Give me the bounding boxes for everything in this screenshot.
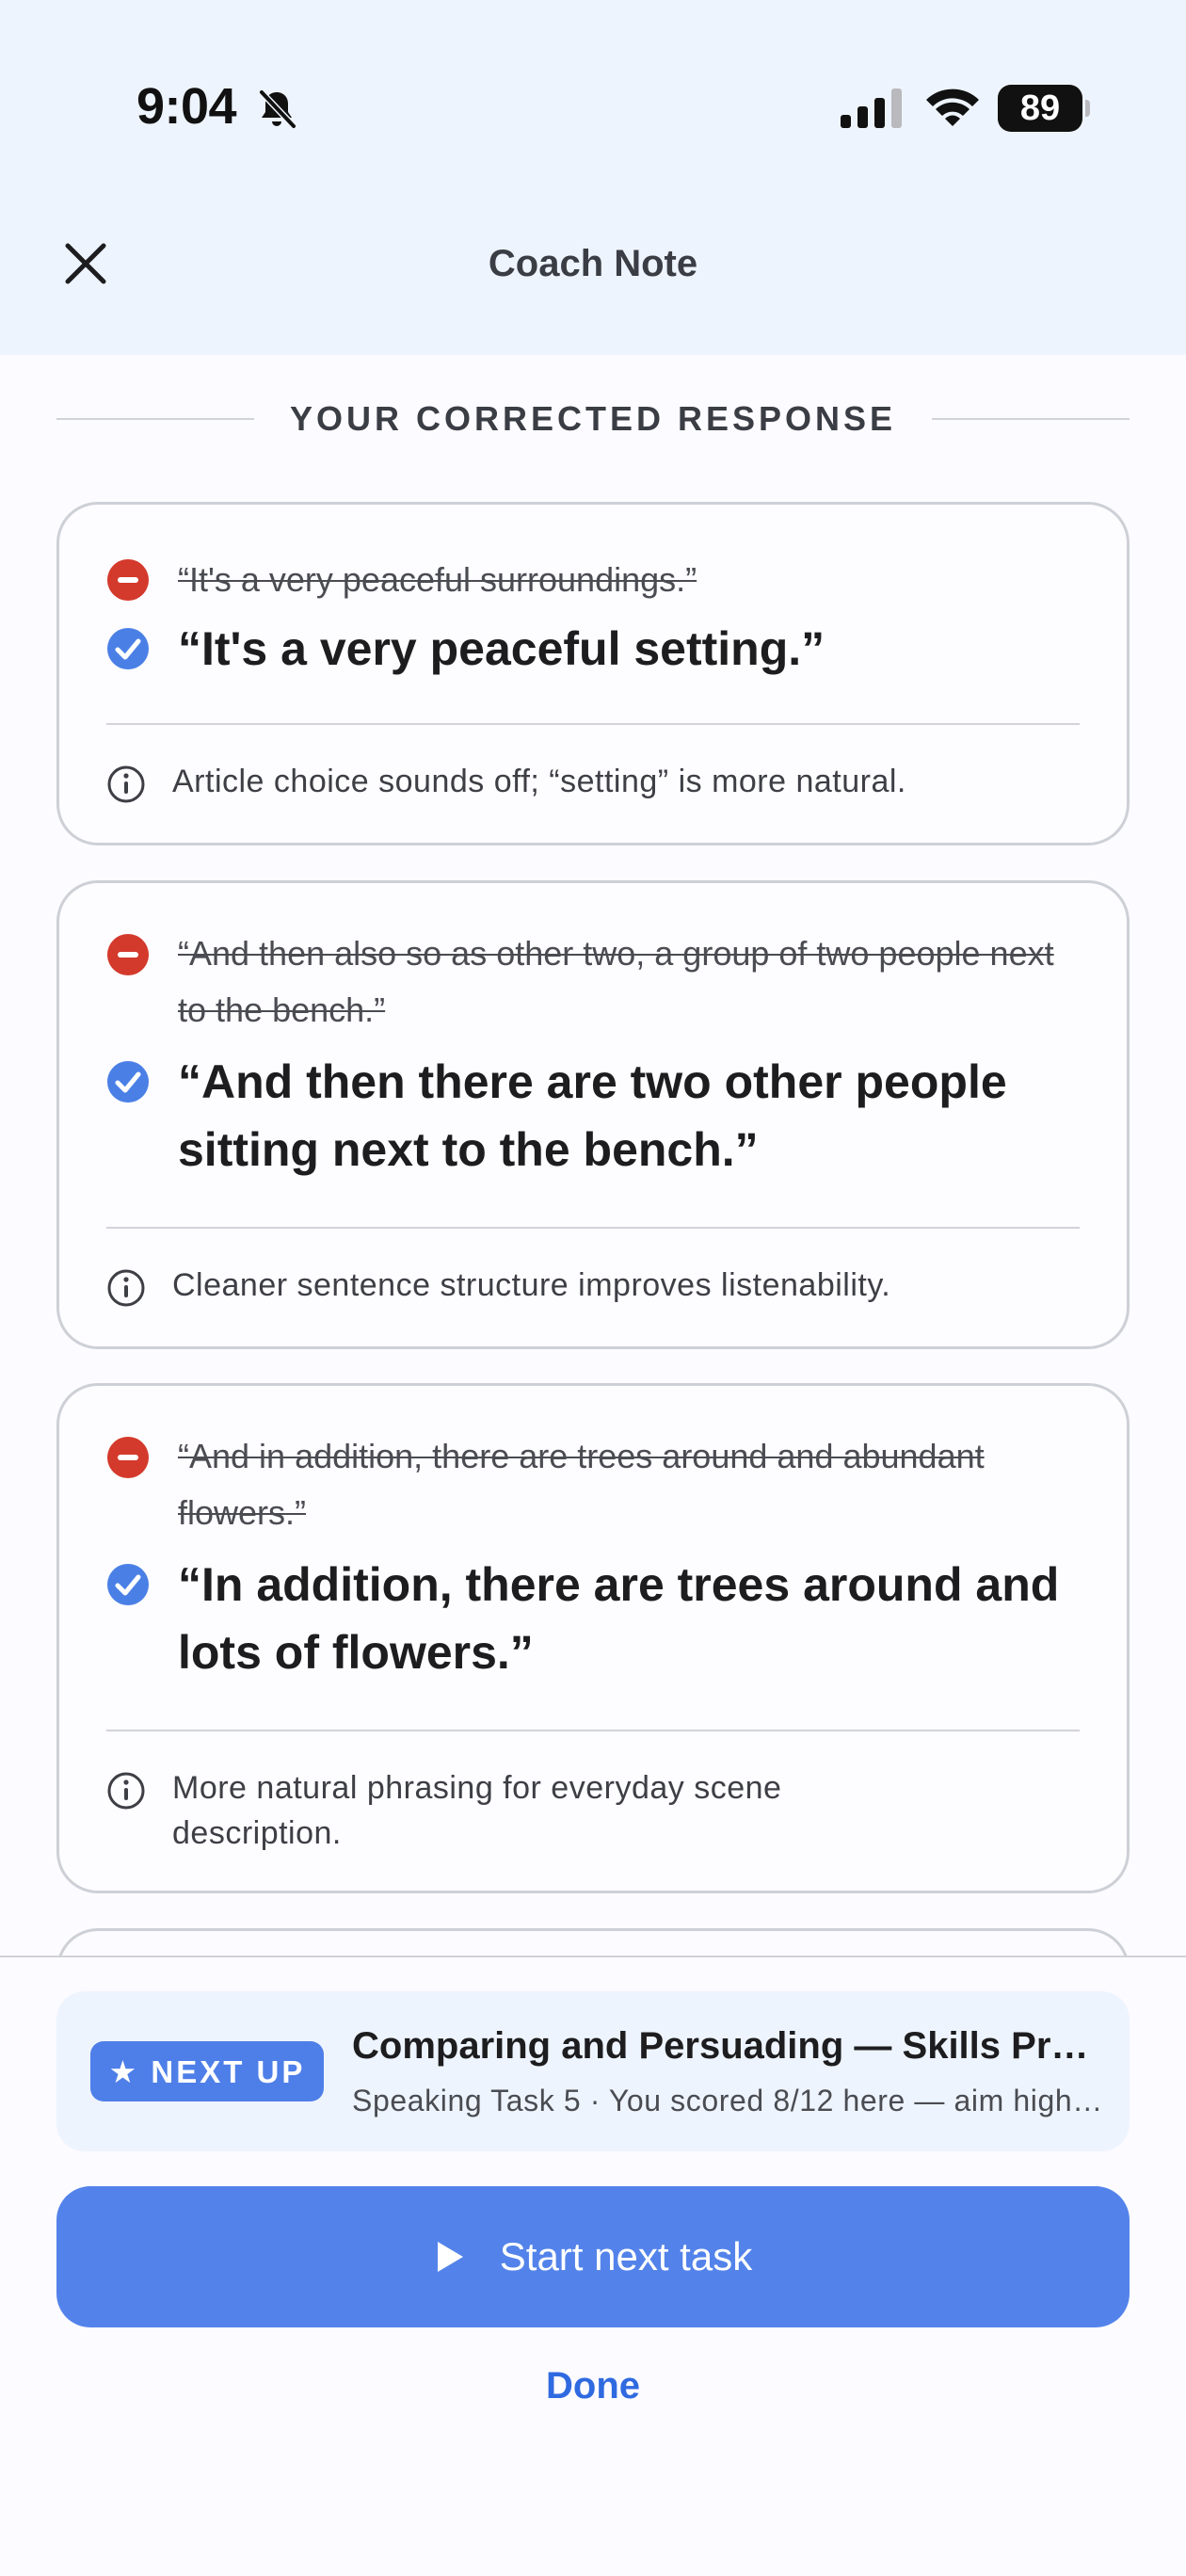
note-row: Article choice sounds off; “setting” is … xyxy=(106,759,1080,806)
corrected-row: “And then there are two other people sit… xyxy=(106,1048,1080,1183)
info-icon xyxy=(107,1269,145,1307)
play-icon xyxy=(437,2242,463,2272)
corrected-text: “It's a very peaceful setting.” xyxy=(178,622,825,675)
note-text: More natural phrasing for everyday scene… xyxy=(172,1770,782,1851)
original-row: “It's a very peaceful surroundings.” xyxy=(106,552,1080,608)
section-title: YOUR CORRECTED RESPONSE xyxy=(289,399,897,438)
battery-cap xyxy=(1085,100,1090,117)
card-divider xyxy=(106,1730,1080,1731)
note-text: Article choice sounds off; “setting” is … xyxy=(172,764,906,799)
original-row: “And in addition, there are trees around… xyxy=(106,1428,1080,1541)
header-area: 9:04 89 Coach Note xyxy=(0,0,1186,355)
correction-card: “And in addition, there are trees around… xyxy=(56,1383,1130,1893)
remove-circle-icon xyxy=(107,559,149,601)
corrected-text: “In addition, there are trees around and… xyxy=(178,1558,1060,1679)
next-up-badge: ★ NEXT UP xyxy=(90,2041,324,2101)
original-row: “And then also so as other two, a group … xyxy=(106,926,1080,1038)
note-text: Cleaner sentence structure improves list… xyxy=(172,1267,891,1303)
card-divider xyxy=(106,1227,1080,1229)
corrected-text: “And then there are two other people sit… xyxy=(178,1055,1007,1176)
bell-muted-icon xyxy=(259,89,296,129)
check-circle-icon xyxy=(107,628,149,669)
correction-card: “And then also so as other two, a group … xyxy=(56,880,1130,1349)
remove-circle-icon xyxy=(107,934,149,975)
section-header: YOUR CORRECTED RESPONSE xyxy=(56,395,1130,443)
original-text: “It's a very peaceful surroundings.” xyxy=(178,560,697,599)
corrected-row: “In addition, there are trees around and… xyxy=(106,1551,1080,1686)
correction-card: “It's a very peaceful surroundings.” “It… xyxy=(56,502,1130,845)
section-divider-right xyxy=(932,418,1130,420)
status-time: 9:04 xyxy=(136,78,237,135)
info-icon xyxy=(107,1772,145,1810)
next-task-subtitle: Speaking Task 5 · You scored 8/12 here —… xyxy=(352,2084,1105,2117)
note-row: More natural phrasing for everyday scene… xyxy=(106,1765,1080,1860)
next-up-card[interactable]: ★ NEXT UP Comparing and Persuading — Ski… xyxy=(56,1991,1130,2151)
battery-indicator: 89 xyxy=(998,85,1090,132)
original-text: “And in addition, there are trees around… xyxy=(178,1437,985,1532)
start-next-task-button[interactable]: Start next task xyxy=(56,2186,1130,2327)
wifi-icon xyxy=(926,89,979,126)
remove-circle-icon xyxy=(107,1437,149,1478)
note-row: Cleaner sentence structure improves list… xyxy=(106,1263,1080,1310)
check-circle-icon xyxy=(107,1061,149,1103)
check-circle-icon xyxy=(107,1564,149,1605)
card-divider xyxy=(106,723,1080,725)
done-button[interactable]: Done xyxy=(0,2365,1186,2407)
next-task-title: Comparing and Persuading — Skills Practi… xyxy=(352,2025,1105,2067)
section-divider-left xyxy=(56,418,254,420)
cellular-signal-icon xyxy=(841,89,902,128)
info-icon xyxy=(107,765,145,803)
page-title: Coach Note xyxy=(488,243,698,284)
status-bar: 9:04 89 xyxy=(0,0,1186,217)
start-next-task-label: Start next task xyxy=(499,2234,753,2278)
corrected-row: “It's a very peaceful setting.” xyxy=(106,615,1080,683)
original-text: “And then also so as other two, a group … xyxy=(178,934,1054,1029)
battery-level: 89 xyxy=(998,85,1082,132)
